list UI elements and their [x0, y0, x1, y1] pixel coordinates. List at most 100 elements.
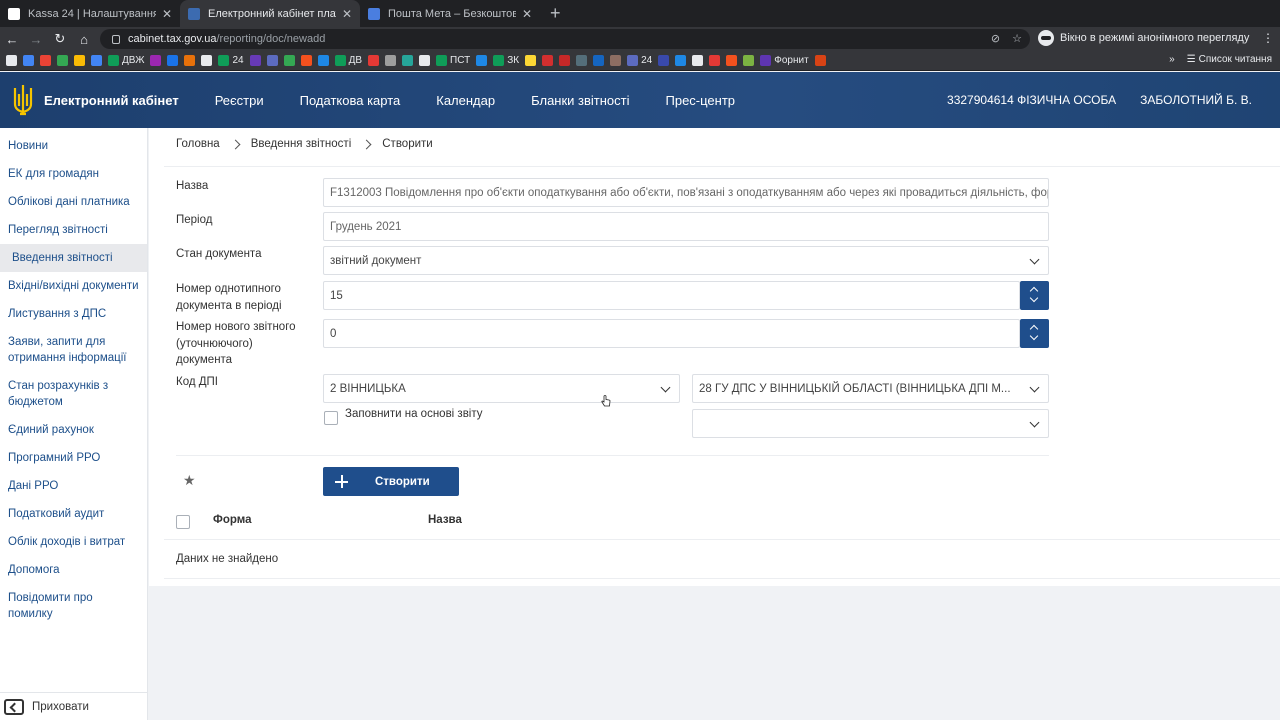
- sidebar-item[interactable]: Податковий аудит: [0, 500, 147, 528]
- bookmark-item[interactable]: [91, 55, 102, 66]
- column-form[interactable]: Форма: [213, 514, 251, 526]
- forward-icon[interactable]: →: [24, 32, 48, 47]
- bookmark-item[interactable]: [402, 55, 414, 66]
- bookmark-item[interactable]: [300, 55, 312, 66]
- bookmark-item[interactable]: [726, 55, 738, 66]
- dps-region-select[interactable]: 2 ВІННИЦЬКА: [323, 374, 680, 403]
- sidebar-item[interactable]: Програмний РРО: [0, 444, 147, 472]
- new-number-input[interactable]: 0: [323, 319, 1020, 348]
- bookmark-item[interactable]: ПСТ: [436, 55, 470, 66]
- sidebar-item[interactable]: Перегляд звітності: [0, 216, 147, 244]
- new-tab-button[interactable]: +: [540, 0, 571, 27]
- bookmark-item[interactable]: [658, 55, 670, 66]
- create-button[interactable]: Створити: [323, 467, 459, 496]
- browser-tab[interactable]: Пошта Мета – Безкоштовна у ✕: [360, 0, 540, 27]
- trident-logo-icon[interactable]: [12, 84, 34, 116]
- bookmark-item[interactable]: [40, 55, 51, 66]
- nav-item[interactable]: Реєстри: [215, 93, 264, 108]
- nav-item[interactable]: Календар: [436, 93, 495, 108]
- doc-number-stepper[interactable]: [1020, 281, 1049, 310]
- nav-item[interactable]: Бланки звітності: [531, 93, 629, 108]
- bookmark-item[interactable]: [814, 55, 826, 66]
- sidebar-item[interactable]: Введення звітності: [0, 244, 147, 272]
- sidebar-item[interactable]: Допомога: [0, 556, 147, 584]
- fill-from-report-label[interactable]: Заповнити на основі звіту: [345, 406, 545, 423]
- bookmark-star-icon[interactable]: ☆: [1012, 32, 1022, 45]
- bookmark-item[interactable]: [576, 55, 588, 66]
- eye-off-icon[interactable]: ⊘: [991, 32, 1000, 45]
- column-name[interactable]: Назва: [428, 514, 462, 526]
- bookmark-item[interactable]: [709, 55, 721, 66]
- hide-sidebar-button[interactable]: Приховати: [0, 692, 148, 720]
- bookmark-item[interactable]: [57, 55, 68, 66]
- favorite-star-icon[interactable]: ★: [183, 472, 196, 489]
- bookmark-item[interactable]: [675, 55, 687, 66]
- dps-extra-select[interactable]: [692, 409, 1049, 438]
- reload-icon[interactable]: ↻: [48, 31, 72, 47]
- bookmark-item[interactable]: [317, 55, 329, 66]
- chevron-down-icon[interactable]: [1029, 331, 1039, 341]
- sidebar-item[interactable]: Повідомити про помилку: [0, 584, 147, 628]
- bookmark-item[interactable]: [266, 55, 278, 66]
- back-icon[interactable]: ←: [0, 32, 24, 47]
- sidebar-item[interactable]: Новини: [0, 132, 147, 160]
- bookmark-item[interactable]: [249, 55, 261, 66]
- bookmark-item[interactable]: [23, 55, 34, 66]
- close-icon[interactable]: ✕: [342, 7, 352, 21]
- sidebar-item[interactable]: Вхідні/вихідні документи: [0, 272, 147, 300]
- bookmark-item[interactable]: 24: [218, 55, 244, 66]
- bookmark-item[interactable]: [610, 55, 622, 66]
- browser-menu-icon[interactable]: ⋮: [1262, 31, 1274, 45]
- incognito-indicator[interactable]: Вікно в режимі анонімного перегляду: [1038, 30, 1249, 46]
- address-bar[interactable]: cabinet.tax.gov.ua/reporting/doc/newadd …: [100, 29, 1030, 49]
- bookmark-item[interactable]: 24: [627, 55, 652, 66]
- bookmark-item[interactable]: [167, 55, 179, 66]
- dps-office-select[interactable]: 28 ГУ ДПС У ВІННИЦЬКІЙ ОБЛАСТІ (ВІННИЦЬК…: [692, 374, 1049, 403]
- bookmark-item[interactable]: [692, 55, 704, 66]
- nav-item[interactable]: Прес-центр: [666, 93, 736, 108]
- bookmark-item[interactable]: [525, 55, 537, 66]
- chevron-down-icon[interactable]: [1029, 293, 1039, 303]
- sidebar-item[interactable]: Дані РРО: [0, 472, 147, 500]
- reading-list-button[interactable]: ☰ Список читання: [1187, 54, 1272, 65]
- bookmark-item[interactable]: [150, 55, 162, 66]
- home-icon[interactable]: ⌂: [72, 32, 96, 47]
- state-select[interactable]: звітний документ: [323, 246, 1049, 275]
- bookmark-item[interactable]: [593, 55, 605, 66]
- bookmark-item[interactable]: [419, 55, 431, 66]
- select-all-checkbox[interactable]: [176, 515, 190, 529]
- bookmark-item[interactable]: [74, 55, 85, 66]
- bookmark-item[interactable]: [368, 55, 380, 66]
- browser-tab[interactable]: Електронний кабінет платник ✕: [180, 0, 360, 27]
- sidebar-item[interactable]: Стан розрахунків з бюджетом: [0, 372, 147, 416]
- bookmark-item[interactable]: [476, 55, 488, 66]
- new-number-stepper[interactable]: [1020, 319, 1049, 348]
- close-icon[interactable]: ✕: [522, 7, 532, 21]
- bookmark-item[interactable]: ЗК: [493, 55, 519, 66]
- taxpayer-id[interactable]: 3327904614 ФІЗИЧНА ОСОБА: [947, 93, 1116, 107]
- bookmark-item[interactable]: [559, 55, 571, 66]
- bookmark-item[interactable]: ДВ: [334, 55, 362, 66]
- bookmark-item[interactable]: [184, 55, 196, 66]
- bookmarks-more-button[interactable]: »: [1169, 54, 1175, 65]
- sidebar-item[interactable]: Листування з ДПС: [0, 300, 147, 328]
- breadcrumb-home[interactable]: Головна: [176, 138, 220, 150]
- bookmark-item[interactable]: [201, 55, 213, 66]
- close-icon[interactable]: ✕: [162, 7, 172, 21]
- user-name[interactable]: ЗАБОЛОТНИЙ Б. В.: [1140, 93, 1252, 107]
- sidebar-item[interactable]: Облік доходів і витрат: [0, 528, 147, 556]
- sidebar-item[interactable]: Облікові дані платника: [0, 188, 147, 216]
- browser-tab[interactable]: Kassa 24 | Налаштування фіс ✕: [0, 0, 180, 27]
- sidebar-item[interactable]: ЕК для громадян: [0, 160, 147, 188]
- bookmark-item[interactable]: Форнит: [760, 55, 809, 66]
- bookmark-item[interactable]: [385, 55, 397, 66]
- bookmark-item[interactable]: [542, 55, 554, 66]
- bookmark-item[interactable]: [6, 55, 17, 66]
- bookmark-item[interactable]: [283, 55, 295, 66]
- doc-number-input[interactable]: 15: [323, 281, 1020, 310]
- nav-item[interactable]: Податкова карта: [300, 93, 401, 108]
- bookmark-item[interactable]: ДВЖ: [108, 55, 144, 66]
- breadcrumb-reporting[interactable]: Введення звітності: [251, 138, 352, 150]
- sidebar-item[interactable]: Заяви, запити для отримання інформації: [0, 328, 147, 372]
- bookmark-item[interactable]: [743, 55, 755, 66]
